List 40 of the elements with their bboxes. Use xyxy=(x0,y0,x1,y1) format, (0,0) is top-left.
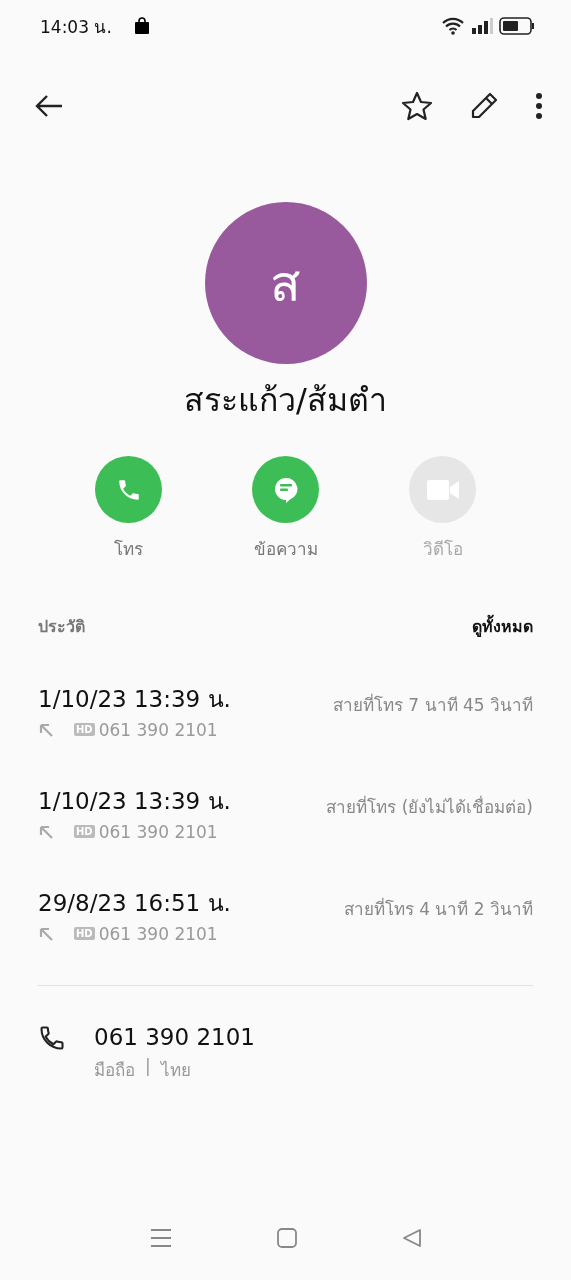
star-icon xyxy=(401,91,433,121)
avatar: ส xyxy=(204,202,367,364)
menu-icon[interactable] xyxy=(149,1228,172,1248)
history-heading: ประวัติ xyxy=(38,616,85,638)
call-datetime: 29/8/23 16:51 น. xyxy=(38,888,231,918)
battery-icon xyxy=(499,17,535,35)
contact-name: สระแก้ว/ส้มตำ xyxy=(183,380,388,421)
outgoing-call-arrow-icon xyxy=(38,823,54,840)
separator: | xyxy=(145,1056,151,1078)
outgoing-call-arrow-icon xyxy=(38,721,54,738)
home-square-icon[interactable] xyxy=(276,1228,297,1248)
call-detail: สายที่โทร (ยังไม่ได้เชื่อมต่อ) xyxy=(326,794,533,819)
hd-badge: HD xyxy=(74,723,95,736)
vertical-dots-icon xyxy=(535,92,543,120)
outgoing-call-arrow-icon xyxy=(38,925,54,942)
phone-icon xyxy=(38,1024,66,1052)
call-number: 061 390 2101 xyxy=(98,719,218,740)
video-camera-icon xyxy=(425,477,460,502)
shopping-bag-icon xyxy=(133,17,150,35)
see-all-link[interactable]: ดูทั้งหมด xyxy=(472,614,533,639)
status-time: 14:03 น. xyxy=(40,15,112,39)
phone-type: มือถือ xyxy=(94,1059,135,1082)
phone-region: ไทย xyxy=(160,1059,191,1082)
back-arrow-icon xyxy=(34,94,64,118)
signal-icon xyxy=(471,18,493,34)
call-detail: สายที่โทร 7 นาที 45 วินาที xyxy=(332,692,533,717)
back-triangle-icon[interactable] xyxy=(401,1228,422,1248)
chat-bubble-icon xyxy=(272,475,299,504)
hd-badge: HD xyxy=(74,927,95,940)
call-number: 061 390 2101 xyxy=(98,923,218,944)
call-datetime: 1/10/23 13:39 น. xyxy=(38,786,231,816)
call-detail: สายที่โทร 4 นาที 2 วินาที xyxy=(343,896,533,921)
hd-badge: HD xyxy=(74,825,95,838)
call-number: 061 390 2101 xyxy=(98,821,218,842)
call-button[interactable]: โทร xyxy=(71,456,186,562)
call-datetime: 1/10/23 13:39 น. xyxy=(38,684,231,714)
wifi-icon xyxy=(441,17,465,35)
message-button[interactable]: ข้อความ xyxy=(228,456,343,562)
pencil-icon xyxy=(469,91,499,121)
phone-number[interactable]: 061 390 2101 xyxy=(94,1024,255,1050)
